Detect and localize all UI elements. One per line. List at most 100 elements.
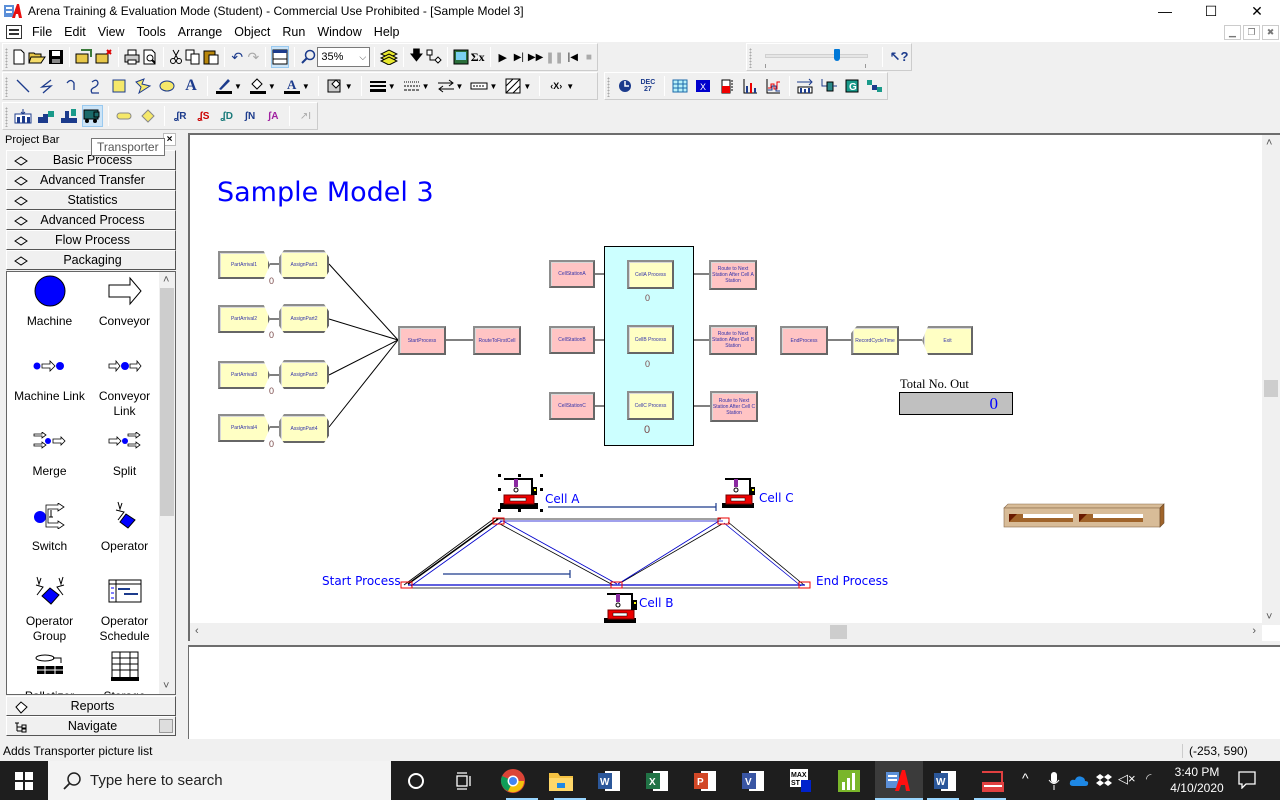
fill-pattern-button[interactable] [502,75,524,97]
panel-reports[interactable]: Reports [6,696,176,716]
line-style-button[interactable] [401,75,423,97]
arrow-style-dropdown[interactable]: ▼ [456,82,464,91]
navigate-thumbnail-icon[interactable] [159,719,173,733]
onedrive-icon[interactable] [1069,774,1089,788]
ellipse-button[interactable] [156,75,178,97]
window-background-button[interactable] [324,75,346,97]
taskbar-search-box[interactable]: Type here to search [48,761,391,800]
project-bar-close-button[interactable]: × [163,133,176,146]
spreadsheet-pane[interactable] [188,645,1280,739]
start-button[interactable] [10,767,38,795]
level-button[interactable]: X [693,75,714,97]
sigma-button[interactable]: Σx [471,46,485,68]
panel-statistics[interactable]: Statistics [6,190,176,210]
panel-advanced-process[interactable]: Advanced Process [6,210,176,230]
bezier-button[interactable] [84,75,106,97]
start-over-button[interactable]: |◀ [566,46,580,68]
copy-button[interactable] [185,46,201,68]
palette-item-palletizer[interactable]: Palletizer [12,649,87,694]
global-button[interactable] [818,75,839,97]
panel-flow-process[interactable]: Flow Process [6,230,176,250]
document-menu-icon[interactable] [6,25,22,39]
split-screen-button[interactable] [271,46,290,68]
line-color-button[interactable] [213,75,235,97]
taskbar-file-explorer[interactable] [547,767,575,795]
palette-item-conveyor[interactable]: Conveyor [87,274,162,329]
show-dimensions-dropdown[interactable]: ▼ [566,82,574,91]
chevron-down-icon[interactable]: ˅ [1266,611,1272,623]
route-S-button[interactable]: ʆS [193,105,214,127]
route-R-button[interactable]: ʆR [170,105,191,127]
open-button[interactable] [28,46,47,68]
entity-button[interactable] [865,75,886,97]
storage-button[interactable] [35,105,56,127]
line-color-dropdown[interactable]: ▼ [234,82,242,91]
date-button[interactable]: DEC 27 [637,75,658,97]
variable-button[interactable] [670,75,691,97]
clock-button[interactable] [614,75,635,97]
pause-button[interactable]: ❚❚ [545,46,563,68]
panel-advanced-transfer[interactable]: Advanced Transfer [6,170,176,190]
menu-edit[interactable]: Edit [60,25,94,39]
connect-button[interactable] [426,46,442,68]
route-A-button[interactable]: ʃA [263,105,284,127]
route-D-button[interactable]: ʆD [216,105,237,127]
notifications-icon[interactable] [1238,771,1256,789]
slider-thumb[interactable] [833,49,840,61]
panel-packaging[interactable]: Packaging [6,250,176,270]
animate-connectors-button[interactable] [453,46,469,68]
paste-button[interactable] [203,46,219,68]
line-pattern-dropdown[interactable]: ▼ [489,82,497,91]
menu-help[interactable]: Help [370,25,408,39]
text-color-button[interactable]: A [281,75,303,97]
promote-path-button[interactable]: ↗I [295,105,316,127]
taskbar-visio[interactable]: V [739,767,767,795]
box-button[interactable] [108,75,130,97]
arrow-style-button[interactable] [435,75,457,97]
taskbar-word[interactable]: W [595,767,623,795]
palette-scrollbar[interactable]: ˄ ˅ [159,272,175,694]
fast-forward-button[interactable]: ▶▶ [528,46,543,68]
save-button[interactable] [48,46,64,68]
horizontal-scroll-thumb[interactable] [830,625,847,639]
intersection-button[interactable] [137,105,158,127]
parking-button[interactable] [114,105,135,127]
taskbar-word-2[interactable]: W [931,767,959,795]
taskbar-powerpoint[interactable]: P [691,767,719,795]
cortana-button[interactable] [402,767,430,795]
polygon-button[interactable] [132,75,154,97]
minimize-button[interactable]: — [1142,0,1188,22]
detach-template-button[interactable] [95,46,113,68]
palette-item-operator-schedule[interactable]: Operator Schedule [87,574,162,644]
line-style-dropdown[interactable]: ▼ [422,82,430,91]
open-template-button[interactable] [75,46,93,68]
taskbar-excel[interactable]: X [643,767,671,795]
context-help-button[interactable]: ↖? [888,46,910,68]
microphone-icon[interactable] [1048,771,1060,791]
menu-window[interactable]: Window [313,25,369,39]
window-background-dropdown[interactable]: ▼ [345,82,353,91]
palette-item-split[interactable]: Split [87,424,162,479]
menu-object[interactable]: Object [230,25,278,39]
chevron-up-icon[interactable]: ˄ [163,274,169,286]
seize-button[interactable] [59,105,80,127]
chevron-up-icon[interactable]: ˄ [1266,137,1272,149]
clock[interactable]: 3:40 PM 4/10/2020 [1166,764,1228,796]
wifi-icon[interactable]: ◜ [1146,770,1151,787]
print-preview-button[interactable] [142,46,158,68]
menu-file[interactable]: File [28,25,60,39]
taskbar-maxst[interactable]: MAX ST [787,767,815,795]
chevron-right-icon[interactable]: › [1252,625,1256,637]
queue-button[interactable] [763,75,784,97]
menu-run[interactable]: Run [278,25,313,39]
new-button[interactable] [12,46,26,68]
close-button[interactable]: ✕ [1234,0,1280,22]
taskbar-arena-active[interactable] [875,761,923,800]
layers-button[interactable] [380,46,399,68]
dropbox-icon[interactable] [1095,773,1113,789]
text-color-dropdown[interactable]: ▼ [302,82,310,91]
zoom-button[interactable] [300,46,316,68]
plot-button[interactable] [739,75,760,97]
redo-button[interactable]: ↷ [246,46,260,68]
animation-speed-slider[interactable] [761,46,872,68]
